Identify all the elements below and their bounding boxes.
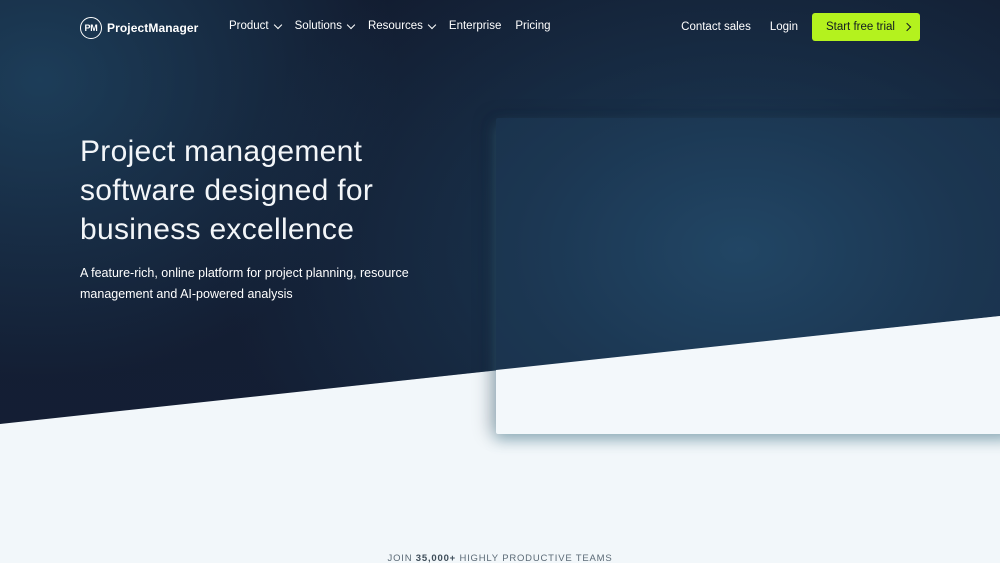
social-proof-caption: JOIN 35,000+ HIGHLY PRODUCTIVE TEAMS: [0, 553, 1000, 563]
logo-text: ProjectManager: [107, 21, 199, 35]
menu-item-product[interactable]: Product: [229, 20, 282, 32]
menu-item-enterprise[interactable]: Enterprise: [449, 20, 501, 32]
chevron-down-icon: [346, 20, 356, 29]
social-proof-count: 35,000+: [415, 553, 457, 563]
social-proof-prefix: JOIN: [387, 553, 416, 563]
social-proof-suffix: HIGHLY PRODUCTIVE TEAMS: [456, 553, 613, 563]
chevron-down-icon: [427, 20, 437, 29]
login-link[interactable]: Login: [770, 21, 798, 33]
menu-item-label: Product: [229, 20, 269, 32]
cta-label: Start free trial: [825, 21, 895, 33]
menu-item-label: Solutions: [294, 20, 342, 32]
page: PM ProjectManager Product Solutions Reso…: [0, 0, 1000, 563]
menu-item-resources[interactable]: Resources: [367, 20, 437, 32]
top-navigation: PM ProjectManager Product Solutions Reso…: [0, 0, 1000, 56]
menu-item-label: Resources: [367, 20, 423, 32]
logo-mark-icon: PM: [80, 17, 102, 39]
menu-item-label: Enterprise: [448, 20, 502, 32]
contact-sales-link[interactable]: Contact sales: [681, 21, 751, 33]
menu-item-label: Pricing: [515, 20, 551, 32]
menu-item-pricing[interactable]: Pricing: [515, 20, 550, 32]
menu-item-solutions[interactable]: Solutions: [294, 20, 356, 32]
hero-headline: Project management software designed for…: [80, 135, 374, 246]
logo[interactable]: PM ProjectManager: [80, 17, 198, 39]
chevron-down-icon: [273, 20, 282, 29]
main-menu: Product Solutions Resources Enterprise P…: [229, 20, 565, 32]
hero-subhead: A feature-rich, online platform for proj…: [80, 266, 409, 301]
chevron-right-icon: [902, 22, 912, 32]
nav-actions: Contact sales Login Start free trial: [681, 13, 920, 41]
start-free-trial-button[interactable]: Start free trial: [811, 13, 920, 41]
